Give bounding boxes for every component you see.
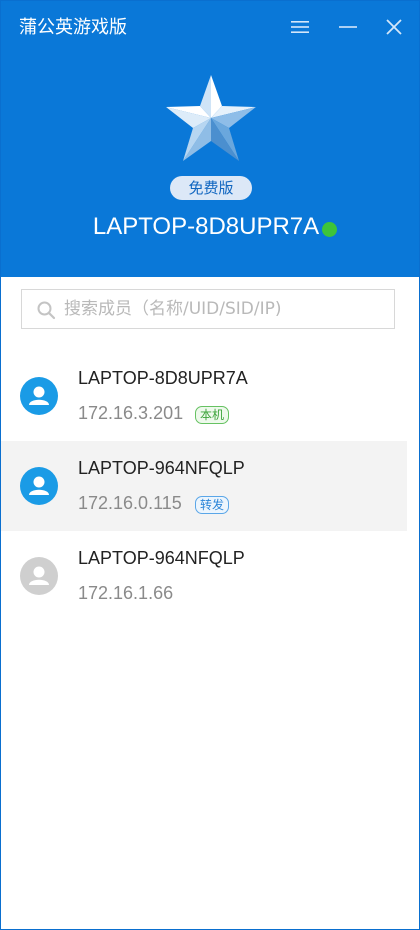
host-name: LAPTOP-8D8UPR7A (92, 213, 320, 240)
menu-button[interactable] (286, 13, 314, 41)
member-item[interactable]: LAPTOP-964NFQLP 172.16.0.115 转发 (1, 441, 407, 531)
member-list: LAPTOP-8D8UPR7A 172.16.3.201 本机 LAPTOP-9… (1, 351, 419, 621)
member-name: LAPTOP-964NFQLP (78, 548, 245, 568)
close-icon (386, 19, 402, 35)
hamburger-menu-icon (291, 21, 309, 33)
member-name: LAPTOP-964NFQLP (78, 458, 245, 478)
user-icon (29, 386, 49, 405)
header-panel: 蒲公英游戏版 免费版 LAPTOP-8D8UPR7A (1, 1, 419, 277)
member-item[interactable]: LAPTOP-8D8UPR7A 172.16.3.201 本机 (1, 351, 407, 441)
member-item[interactable]: LAPTOP-964NFQLP 172.16.1.66 (1, 531, 407, 621)
avatar (20, 377, 58, 415)
close-button[interactable] (380, 13, 408, 41)
star-logo-icon (166, 75, 256, 161)
search-box[interactable] (21, 289, 395, 329)
member-ip: 172.16.0.115 (78, 493, 182, 513)
user-icon (29, 566, 49, 585)
search-icon (37, 301, 56, 320)
online-status-dot (322, 222, 337, 237)
edition-badge: 免费版 (170, 176, 252, 200)
member-ip: 172.16.1.66 (78, 583, 174, 603)
member-ip: 172.16.3.201 (78, 403, 184, 423)
minimize-icon (339, 26, 357, 28)
relay-tag: 转发 (195, 496, 230, 514)
search-input[interactable] (64, 290, 384, 328)
app-window: 蒲公英游戏版 免费版 LAPTOP-8D8UPR7A 搜索成员（名称/UID/S… (0, 0, 420, 930)
user-icon (29, 476, 49, 495)
minimize-button[interactable] (334, 13, 362, 41)
avatar (20, 467, 58, 505)
member-name: LAPTOP-8D8UPR7A (78, 368, 248, 388)
avatar (20, 557, 58, 595)
local-tag: 本机 (195, 406, 230, 424)
app-title: 蒲公英游戏版 (19, 17, 127, 38)
